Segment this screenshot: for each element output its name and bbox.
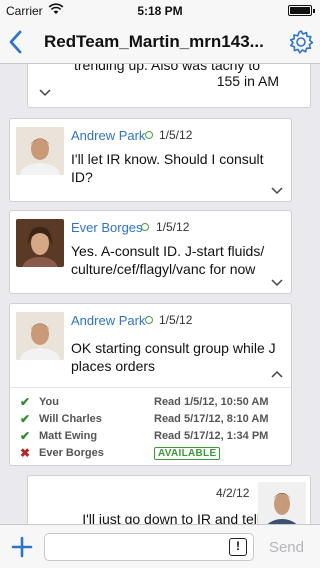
avatar xyxy=(16,312,64,360)
receipt-row: ✔ You Read 1/5/12, 10:50 AM xyxy=(10,394,291,411)
online-status-icon xyxy=(145,316,153,324)
message-card[interactable]: Ever Borges 1/5/12 Yes. A-consult ID. J-… xyxy=(9,210,292,294)
receipt-name: Ever Borges xyxy=(39,447,104,459)
online-status-icon xyxy=(141,223,149,231)
x-mark-icon: ✖ xyxy=(20,446,31,460)
receipt-name: Will Charles xyxy=(39,413,102,425)
avatar xyxy=(16,219,64,267)
message-card[interactable]: Andrew Park 1/5/12 I'll let IR know. Sho… xyxy=(9,118,292,202)
composer-bar: ! Send xyxy=(0,524,320,568)
conversation-title: RedTeam_Martin_mrn143... xyxy=(44,32,264,51)
online-status-icon xyxy=(145,131,153,139)
chevron-down-icon[interactable] xyxy=(39,89,51,97)
author-name[interactable]: Andrew Park xyxy=(71,313,145,328)
receipt-name: You xyxy=(39,396,59,408)
receipt-row: ✔ Will Charles Read 5/17/12, 8:10 AM xyxy=(10,411,291,428)
receipt-name: Matt Ewing xyxy=(39,430,98,442)
message-date: 1/5/12 xyxy=(156,220,190,234)
available-badge: AVAILABLE xyxy=(154,447,221,460)
read-receipts: ✔ You Read 1/5/12, 10:50 AM ✔ Will Charl… xyxy=(10,387,291,462)
message-date: 1/5/12 xyxy=(159,313,193,327)
check-icon: ✔ xyxy=(20,412,31,426)
check-icon: ✔ xyxy=(20,395,31,409)
message-date: 4/2/12 xyxy=(216,486,250,500)
receipt-status-wrap: AVAILABLE xyxy=(154,447,221,460)
chevron-up-icon[interactable] xyxy=(271,370,283,378)
status-bar: Carrier 5:18 PM xyxy=(0,0,320,20)
receipt-status: Read 1/5/12, 10:50 AM xyxy=(154,396,269,408)
receipt-row: ✔ Matt Ewing Read 5/17/12, 1:34 PM xyxy=(10,428,291,445)
message-body: I'll let IR know. Should I consult ID? xyxy=(71,151,264,185)
battery-icon xyxy=(288,5,315,16)
chevron-down-icon[interactable] xyxy=(271,279,283,287)
check-icon: ✔ xyxy=(20,429,31,443)
message-body: Yes. A-consult ID. J-start fluids/ cultu… xyxy=(71,243,265,277)
navigation-bar: RedTeam_Martin_mrn143... xyxy=(0,20,320,64)
message-feed[interactable]: trending up. Also was tachy to 155 in AM… xyxy=(0,64,320,524)
gear-icon[interactable] xyxy=(288,29,314,55)
message-card-partial[interactable]: trending up. Also was tachy to 155 in AM xyxy=(27,64,311,108)
author-name[interactable]: Ever Borges xyxy=(71,220,143,235)
add-attachment-icon[interactable] xyxy=(10,535,34,559)
message-body: I'll just go down to IR and tell xyxy=(82,511,260,524)
message-card-own[interactable]: 4/2/12 I'll just go down to IR and tell xyxy=(27,475,311,524)
message-body: OK starting consult group while J places… xyxy=(71,340,276,374)
receipt-status: Read 5/17/12, 1:34 PM xyxy=(154,430,269,442)
receipt-row: ✖ Ever Borges AVAILABLE xyxy=(10,445,291,462)
chevron-down-icon[interactable] xyxy=(271,187,283,195)
message-date: 1/5/12 xyxy=(159,128,193,142)
message-text-line: 155 in AM xyxy=(216,73,279,89)
receipt-status: Read 5/17/12, 8:10 AM xyxy=(154,413,269,425)
avatar xyxy=(16,127,64,175)
message-card-expanded[interactable]: Andrew Park 1/5/12 OK starting consult g… xyxy=(9,303,292,466)
avatar xyxy=(258,482,306,524)
message-input[interactable]: ! xyxy=(44,533,254,561)
clock: 5:18 PM xyxy=(137,4,183,18)
back-chevron-icon[interactable] xyxy=(6,28,26,56)
urgent-flag-button[interactable]: ! xyxy=(229,538,247,556)
author-name[interactable]: Andrew Park xyxy=(71,128,145,143)
send-button[interactable]: Send xyxy=(269,539,304,556)
